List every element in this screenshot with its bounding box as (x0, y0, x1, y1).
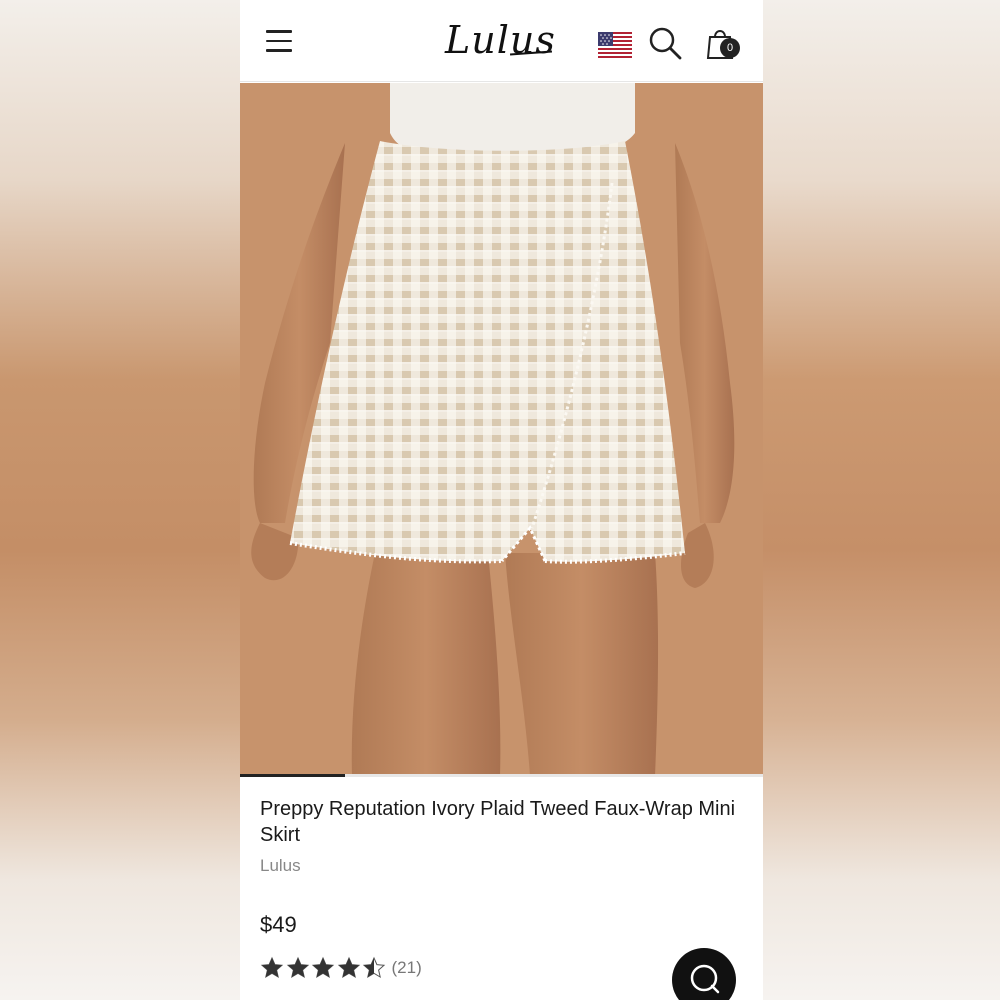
chat-icon (690, 964, 720, 994)
product-title: Preppy Reputation Ivory Plaid Tweed Faux… (260, 798, 736, 846)
product-photo-skirt (240, 83, 763, 776)
gallery-progress-track (240, 774, 763, 777)
phone-screen: Lulus 0 Preppy Reputation Ivory Plaid Tw… (240, 0, 763, 1000)
star-icon (362, 956, 386, 979)
star-icon (311, 956, 335, 979)
gallery-progress-fill (240, 774, 345, 777)
star-icon (337, 956, 360, 979)
product-price: $49 (260, 912, 297, 937)
us-flag-icon[interactable] (598, 32, 632, 58)
cart-count-badge: 0 (720, 38, 740, 58)
lulus-logo[interactable]: Lulus (445, 14, 555, 66)
hamburger-menu-icon[interactable] (266, 30, 294, 54)
product-image[interactable] (240, 83, 763, 776)
product-rating[interactable]: (21) (260, 955, 422, 981)
star-icon (286, 956, 309, 979)
chat-button[interactable] (672, 948, 736, 1000)
product-brand[interactable]: Lulus (260, 856, 301, 876)
background-blur-left (0, 0, 240, 1000)
background-blur-right (760, 0, 1000, 1000)
search-icon[interactable] (648, 26, 682, 60)
star-icon (260, 956, 284, 979)
top-navbar: Lulus 0 (240, 0, 763, 82)
rating-stars (260, 956, 388, 980)
review-count[interactable]: (21) (392, 958, 422, 978)
